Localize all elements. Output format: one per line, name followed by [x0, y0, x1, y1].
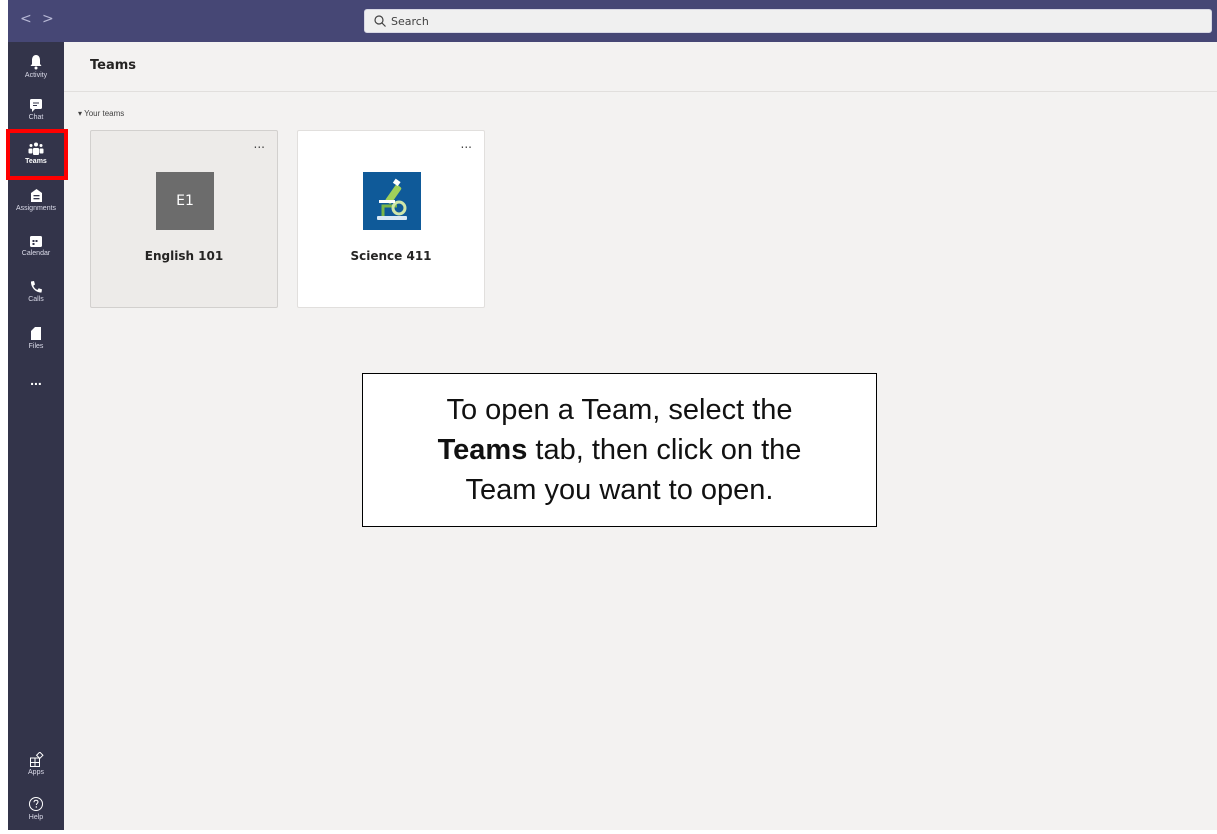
rail-item-label: Assignments: [15, 205, 57, 212]
rail-item-label: Activity: [24, 72, 48, 79]
callout-line-2-rest: tab, then click on the: [527, 434, 802, 466]
rail-item-help[interactable]: Help: [8, 790, 64, 834]
your-teams-toggle[interactable]: ▾ Your teams: [78, 109, 124, 118]
rail-item-more[interactable]: ...: [8, 368, 64, 412]
team-avatar: E1: [156, 172, 214, 230]
teams-tab-highlight: [6, 129, 68, 180]
rail-item-label: Apps: [28, 769, 44, 776]
rail-item-files[interactable]: Files: [8, 320, 64, 364]
left-edge: [0, 0, 8, 830]
section-label: Your teams: [84, 109, 125, 118]
search-placeholder: Search: [391, 15, 429, 28]
back-button[interactable]: <: [20, 11, 32, 27]
bell-icon: [30, 55, 42, 70]
microscope-icon: [363, 172, 421, 230]
chat-icon: [30, 99, 42, 112]
callout-line-3: Team you want to open.: [465, 474, 774, 506]
rail-item-activity[interactable]: Activity: [8, 48, 64, 92]
forward-button[interactable]: >: [42, 11, 54, 27]
rail-item-assignments[interactable]: Assignments: [8, 182, 64, 226]
assignments-icon: [30, 189, 42, 202]
rail-item-label: Chat: [28, 114, 44, 121]
page-title: Teams: [90, 58, 137, 73]
team-name: Science 411: [350, 249, 432, 263]
rail-item-calendar[interactable]: Calendar: [8, 228, 64, 272]
search-input[interactable]: Search: [364, 9, 1212, 33]
rail-item-calls[interactable]: Calls: [8, 274, 64, 318]
rail-item-label: Calls: [28, 296, 44, 303]
more-options-button[interactable]: ...: [254, 137, 265, 151]
title-bar: < > Search: [8, 0, 1217, 42]
rail-item-apps[interactable]: Apps: [8, 746, 64, 790]
callout-bold-teams: Teams: [437, 434, 528, 466]
page-header: Teams: [64, 42, 1217, 92]
rail-item-label: Help: [28, 814, 44, 821]
team-card-english-101[interactable]: ... E1 English 101: [90, 130, 278, 308]
search-icon: [374, 15, 386, 27]
file-icon: [31, 327, 41, 340]
instruction-callout: To open a Team, select the Teams tab, th…: [362, 373, 877, 527]
caret-down-icon: ▾: [78, 109, 83, 118]
team-card-science-411[interactable]: ... Science 411: [297, 130, 485, 308]
team-name: English 101: [144, 249, 224, 263]
rail-item-label: Files: [28, 343, 44, 350]
phone-icon: [30, 281, 42, 293]
rail-item-label: Calendar: [21, 250, 51, 257]
callout-line-2: Teams tab, then click on the: [363, 430, 876, 470]
team-initials: E1: [176, 193, 194, 209]
apps-icon: [29, 752, 44, 767]
more-icon: ...: [30, 372, 42, 388]
more-options-button[interactable]: ...: [461, 137, 472, 151]
help-icon: [29, 797, 43, 811]
calendar-icon: [30, 236, 42, 247]
team-avatar: [363, 172, 421, 230]
callout-line-1: To open a Team, select the: [446, 394, 793, 426]
